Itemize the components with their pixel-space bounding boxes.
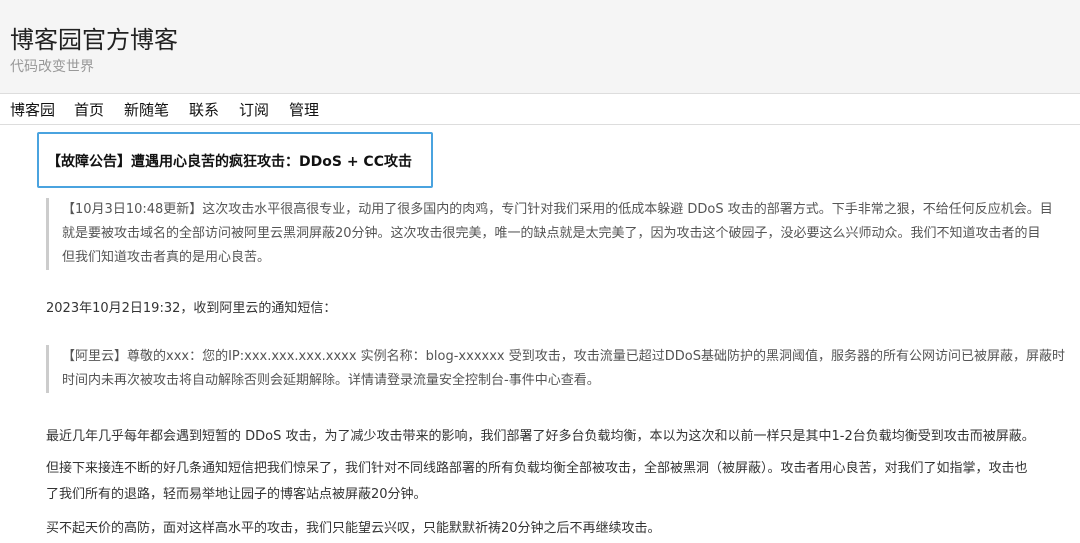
sms-intro-paragraph: 2023年10月2日19:32，收到阿里云的通知短信： [46,296,1080,322]
nav-link-contact[interactable]: 联系 [189,99,219,120]
post-title-box[interactable]: 【故障公告】遭遇用心良苦的疯狂攻击：DDoS + CC攻击 [37,132,433,188]
sms-intro-text: 2023年10月2日19:32，收到阿里云的通知短信： [46,301,337,316]
nav-link-admin[interactable]: 管理 [289,99,319,120]
paragraph-3-text: 买不起天价的高防，面对这样高水平的攻击，我们只能望云兴叹，只能默默祈祷20分钟之… [46,521,661,536]
site-title[interactable]: 博客园官方博客 [10,20,178,55]
nav-link-new-post[interactable]: 新随笔 [124,99,169,120]
update-quote-line: 【10月3日10:48更新】这次攻击水平很高很专业，动用了很多国内的肉鸡，专门针… [62,202,1053,217]
sms-quote: 【阿里云】尊敬的xxx：您的IP:xxx.xxx.xxx.xxxx 实例名称：b… [46,345,1080,393]
nav-link-subscribe[interactable]: 订阅 [239,99,269,120]
update-quote: 【10月3日10:48更新】这次攻击水平很高很专业，动用了很多国内的肉鸡，专门针… [46,198,1080,270]
update-quote-line: 但我们知道攻击者真的是用心良苦。 [62,250,271,265]
site-subtitle: 代码改变世界 [10,59,94,75]
sms-quote-line: 时间内未再次被攻击将自动解除否则会延期解除。详情请登录流量安全控制台-事件中心查… [62,373,600,388]
nav-bar: 博客园 首页 新随笔 联系 订阅 管理 [0,94,1080,125]
blog-header: 博客园官方博客 代码改变世界 [0,0,1080,94]
nav-link-cnblogs[interactable]: 博客园 [10,99,55,120]
sms-quote-line: 【阿里云】尊敬的xxx：您的IP:xxx.xxx.xxx.xxxx 实例名称：b… [62,349,1065,364]
paragraph-2: 但接下来接连不断的好几条通知短信把我们惊呆了，我们针对不同线路部署的所有负载均衡… [46,456,1080,508]
paragraph-2-line: 但接下来接连不断的好几条通知短信把我们惊呆了，我们针对不同线路部署的所有负载均衡… [46,461,1028,476]
paragraph-1-text: 最近几年几乎每年都会遇到短暂的 DDoS 攻击，为了减少攻击带来的影响，我们部署… [46,429,1035,444]
paragraph-3: 买不起天价的高防，面对这样高水平的攻击，我们只能望云兴叹，只能默默祈祷20分钟之… [46,516,1080,542]
nav-link-home[interactable]: 首页 [74,99,104,120]
paragraph-1: 最近几年几乎每年都会遇到短暂的 DDoS 攻击，为了减少攻击带来的影响，我们部署… [46,424,1080,450]
paragraph-2-line: 了我们所有的退路，轻而易举地让园子的博客站点被屏蔽20分钟。 [46,487,427,502]
post-title[interactable]: 【故障公告】遭遇用心良苦的疯狂攻击：DDoS + CC攻击 [47,151,412,171]
update-quote-line: 就是要被攻击域名的全部访问被阿里云黑洞屏蔽20分钟。这次攻击很完美，唯一的缺点就… [62,226,1041,241]
